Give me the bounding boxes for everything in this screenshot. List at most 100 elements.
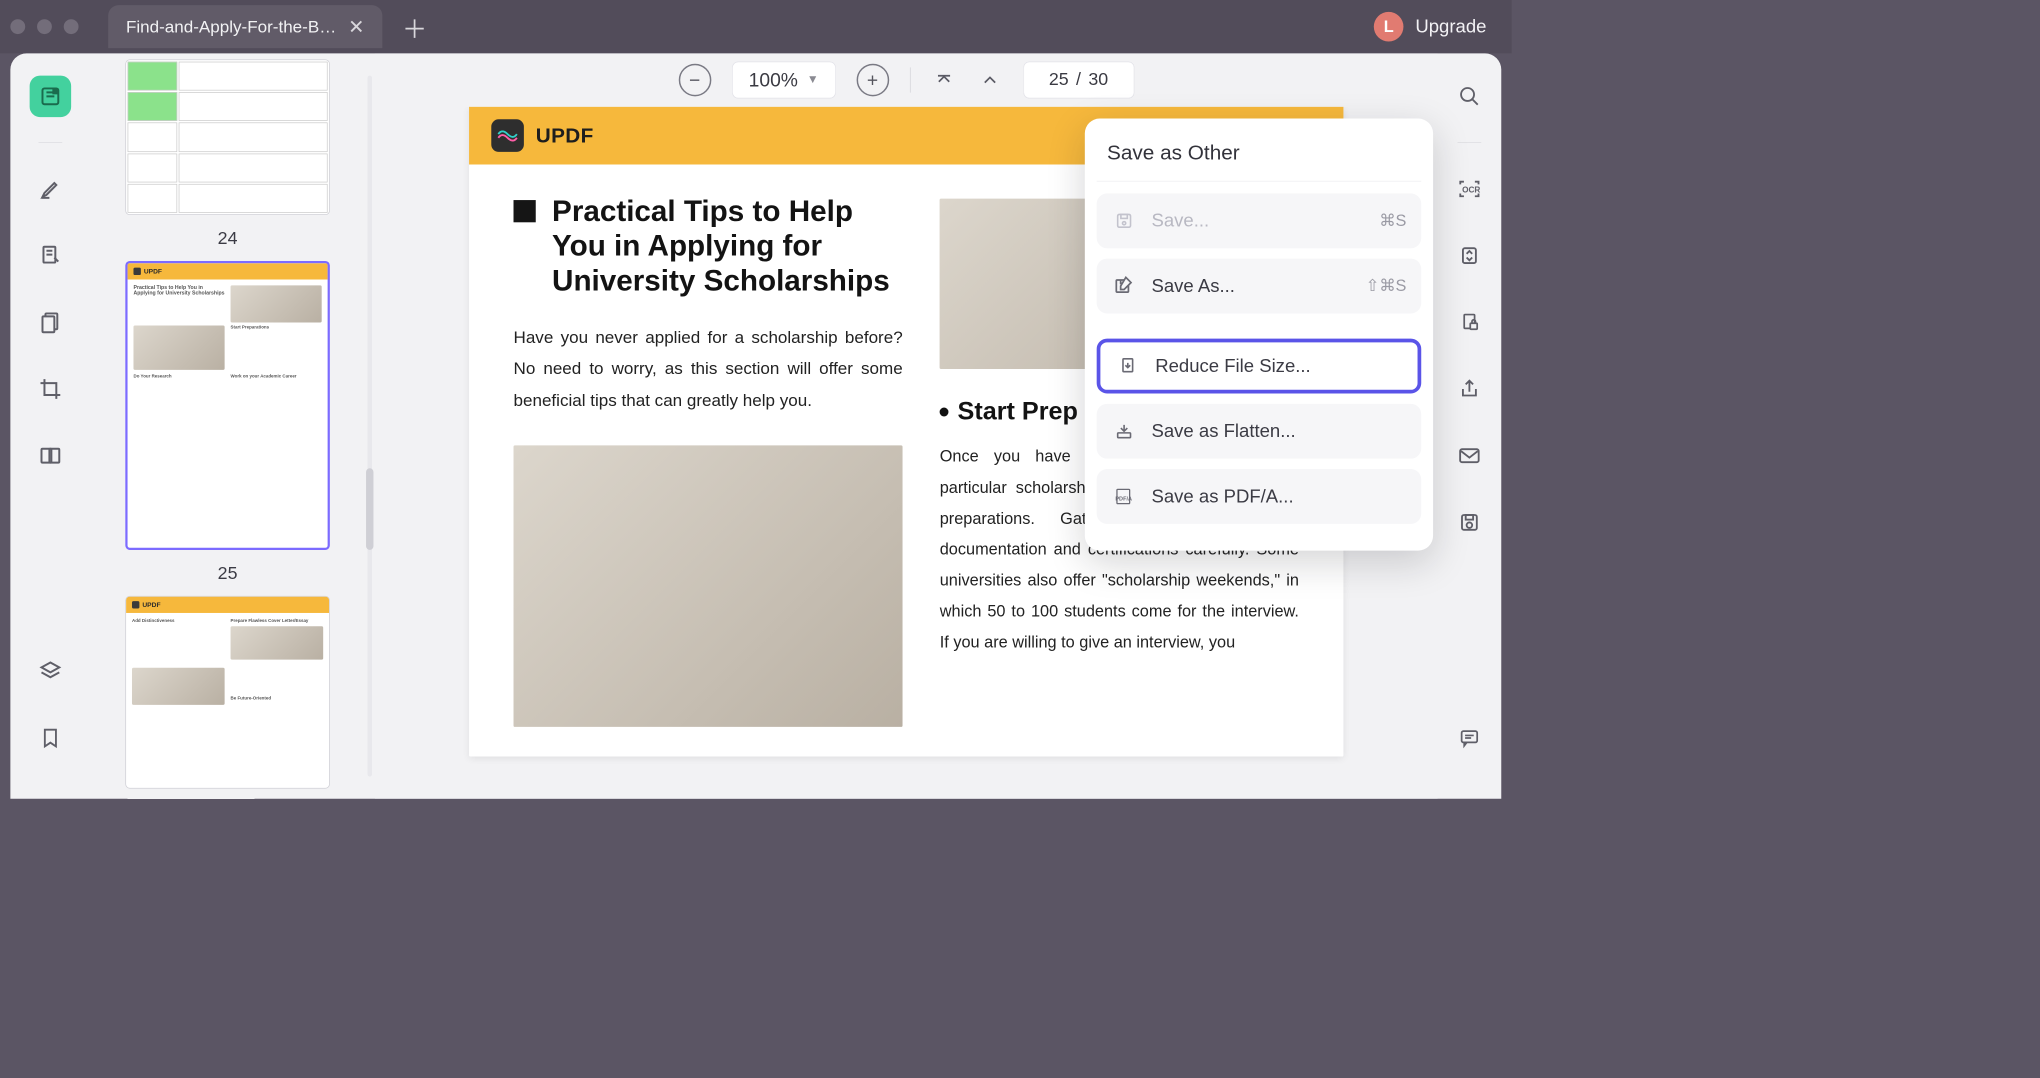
close-window-button[interactable] xyxy=(10,19,25,34)
total-pages: 30 xyxy=(1088,70,1108,91)
layers-icon xyxy=(39,659,63,683)
thumbnails-panel: 24 UPDF Practical Tips to Help You in Ap… xyxy=(90,53,364,798)
minimize-window-button[interactable] xyxy=(37,19,52,34)
popover-item-label: Reduce File Size... xyxy=(1155,355,1310,376)
compare-tool-button[interactable] xyxy=(30,435,71,476)
zoom-value: 100% xyxy=(749,69,798,92)
thumbnail-25-wrap: UPDF Practical Tips to Help You in Apply… xyxy=(113,261,343,584)
popover-item-label: Save As... xyxy=(1152,275,1235,296)
thumbnail-24-wrap: 24 xyxy=(113,59,343,249)
thumbnail-25[interactable]: UPDF Practical Tips to Help You in Apply… xyxy=(125,261,330,550)
zoom-out-button[interactable]: − xyxy=(678,64,711,97)
popover-item-save-flatten[interactable]: Save as Flatten... xyxy=(1097,404,1422,459)
pages-icon xyxy=(39,310,63,334)
separator xyxy=(1097,181,1422,182)
thumb-24-content xyxy=(126,60,329,214)
page-indicator[interactable]: 25 / 30 xyxy=(1023,62,1134,99)
ocr-icon: OCR xyxy=(1458,178,1482,200)
thumb-26-brand: UPDF xyxy=(142,601,160,608)
popover-title: Save as Other xyxy=(1097,135,1422,181)
window-controls xyxy=(10,19,78,34)
popover-item-label: Save as Flatten... xyxy=(1152,421,1296,442)
popover-item-save-pdfa[interactable]: PDF/A Save as PDF/A... xyxy=(1097,469,1422,524)
title-bar-right: L Upgrade xyxy=(1374,12,1487,42)
page-image-2 xyxy=(514,445,903,727)
new-tab-button[interactable]: ＋ xyxy=(400,9,430,45)
thumb-25-heading: Practical Tips to Help You in Applying f… xyxy=(133,285,224,295)
prev-page-button[interactable] xyxy=(977,69,1002,91)
popover-item-label: Save as PDF/A... xyxy=(1152,486,1294,507)
search-button[interactable] xyxy=(1449,76,1490,117)
app-body: 24 UPDF Practical Tips to Help You in Ap… xyxy=(10,53,1501,798)
bullet-icon xyxy=(940,408,949,417)
upgrade-button[interactable]: Upgrade xyxy=(1415,16,1486,37)
save-icon xyxy=(1112,208,1137,233)
edit-tool-button[interactable] xyxy=(30,235,71,276)
ocr-button[interactable]: OCR xyxy=(1449,168,1490,209)
bookmark-button[interactable] xyxy=(30,717,71,758)
protect-button[interactable] xyxy=(1449,302,1490,343)
save-disk-icon xyxy=(1458,511,1480,533)
heading-bullet-icon xyxy=(514,200,536,222)
compare-icon xyxy=(39,444,63,468)
left-tool-rail xyxy=(10,53,90,798)
page-intro: Have you never applied for a scholarship… xyxy=(514,321,903,416)
document-tab[interactable]: Find-and-Apply-For-the-B… ✕ xyxy=(108,5,382,48)
avatar[interactable]: L xyxy=(1374,12,1404,42)
page-heading: Practical Tips to Help You in Applying f… xyxy=(552,194,903,299)
save-pdfa-icon: PDF/A xyxy=(1112,484,1137,509)
edit-page-icon xyxy=(39,244,63,268)
share-button[interactable] xyxy=(1449,368,1490,409)
organize-pages-button[interactable] xyxy=(30,302,71,343)
lock-file-icon xyxy=(1459,310,1480,334)
popover-item-reduce-file-size[interactable]: Reduce File Size... xyxy=(1097,339,1422,394)
current-page: 25 xyxy=(1049,70,1069,91)
avatar-initial: L xyxy=(1384,17,1394,36)
svg-text:OCR: OCR xyxy=(1462,186,1480,195)
comments-button[interactable] xyxy=(1449,717,1490,758)
fullscreen-window-button[interactable] xyxy=(64,19,79,34)
bookmark-icon xyxy=(39,725,61,750)
thumb-25-number: 25 xyxy=(113,563,343,584)
thumbnails-scrollbar[interactable] xyxy=(365,53,375,798)
share-icon xyxy=(1458,378,1480,400)
crop-tool-button[interactable] xyxy=(30,368,71,409)
convert-button[interactable] xyxy=(1449,235,1490,276)
highlight-tool-button[interactable] xyxy=(30,168,71,209)
thumbnail-26[interactable]: UPDF Add Distinctiveness Prepare Flawles… xyxy=(125,596,330,789)
popover-item-shortcut: ⌘S xyxy=(1379,211,1406,230)
title-bar: Find-and-Apply-For-the-B… ✕ ＋ L Upgrade xyxy=(0,0,1512,53)
right-tool-rail: OCR xyxy=(1438,53,1502,798)
thumbnail-24[interactable] xyxy=(125,59,330,215)
chevron-down-icon: ▼ xyxy=(807,73,819,86)
layers-button[interactable] xyxy=(30,651,71,692)
thumb-25-brand: UPDF xyxy=(144,268,162,275)
save-as-icon xyxy=(1112,273,1137,298)
reader-mode-button[interactable] xyxy=(30,76,71,117)
zoom-in-button[interactable]: + xyxy=(856,64,889,97)
separator xyxy=(910,67,911,92)
thumb-24-number: 24 xyxy=(113,228,343,249)
tab-bar: Find-and-Apply-For-the-B… ✕ ＋ xyxy=(108,5,429,48)
reader-icon xyxy=(39,84,63,108)
updf-logo xyxy=(491,119,524,152)
page-sep: / xyxy=(1076,70,1081,91)
page-subheading-1: Start Prep xyxy=(958,397,1078,426)
save-flatten-icon xyxy=(1112,419,1137,444)
save-other-button[interactable] xyxy=(1449,502,1490,543)
zoom-level-dropdown[interactable]: 100% ▼ xyxy=(732,62,836,99)
reduce-file-size-icon xyxy=(1115,353,1140,378)
first-page-button[interactable] xyxy=(931,69,956,91)
page-brand: UPDF xyxy=(536,124,594,148)
comment-icon xyxy=(1458,728,1480,749)
document-toolbar: − 100% ▼ + 25 / 30 xyxy=(375,53,1438,106)
mail-icon xyxy=(1458,446,1480,465)
email-button[interactable] xyxy=(1449,435,1490,476)
save-as-other-popover: Save as Other Save... ⌘S Save As...⇧⌘S Redu… xyxy=(1085,119,1433,551)
svg-text:PDF/A: PDF/A xyxy=(1115,496,1132,502)
popover-item-save-as[interactable]: Save As...⇧⌘S xyxy=(1097,259,1422,314)
separator xyxy=(1458,142,1482,143)
crop-icon xyxy=(39,377,63,401)
close-tab-icon[interactable]: ✕ xyxy=(348,15,364,38)
popover-item-label: Save... xyxy=(1152,210,1210,231)
